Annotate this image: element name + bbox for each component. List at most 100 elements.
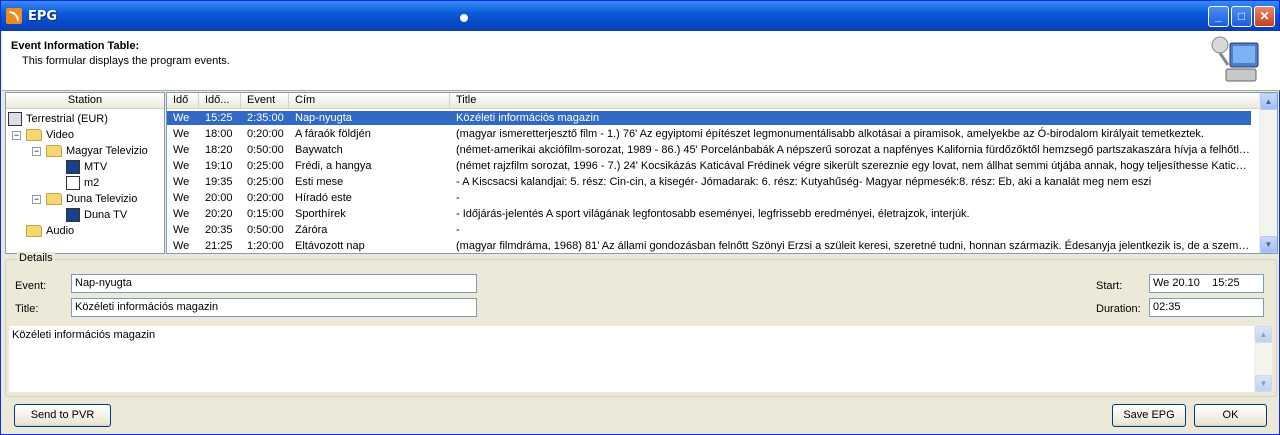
tree-item-label: Duna TV	[84, 209, 128, 221]
epg-window: EPG _ □ ✕ Event Information Table: This …	[0, 0, 1280, 435]
save-epg-button[interactable]: Save EPG	[1112, 404, 1186, 427]
tree-item-magyar-televizio[interactable]: Magyar Televizio	[46, 143, 148, 159]
tree-item-label: Duna Televizio	[66, 193, 138, 205]
table-row[interactable]: We 18:20 0:50:00 Baywatch (német-amerikai ak…	[167, 143, 1251, 157]
day-cell: We	[173, 240, 190, 252]
title-bar[interactable]: EPG _ □ ✕	[1, 1, 1279, 31]
tree-item-label: Terrestrial (EUR)	[26, 113, 108, 125]
events-table-header: Idő Idő... Event Cím Title	[167, 93, 1277, 109]
day-cell: We	[173, 208, 190, 220]
header-subheading: This formular displays the program event…	[22, 55, 230, 67]
tree-item-label: Video	[46, 129, 74, 141]
title-cell: (magyar filmdráma, 1968) 81' Az állami g…	[456, 240, 1250, 252]
duration-cell: 0:20:00	[247, 128, 284, 140]
tree-item-duna-televizio[interactable]: Duna Televizio	[46, 191, 137, 207]
duration-cell: 0:15:00	[247, 208, 284, 220]
cim-cell: Nap-nyugta	[295, 112, 352, 124]
description-textarea[interactable]: Közéleti információs magazin ▲ ▼	[8, 325, 1273, 393]
duration-field[interactable]: 02:35	[1149, 298, 1264, 317]
description-scrollbar[interactable]: ▲ ▼	[1254, 326, 1272, 392]
start-field[interactable]: We 20.10 15:25	[1149, 274, 1264, 293]
time-cell: 19:35	[205, 176, 233, 188]
tree-item-label: Magyar Televizio	[66, 145, 148, 157]
column-header-ido[interactable]: Idő	[167, 93, 199, 109]
send-to-pvr-button[interactable]: Send to PVR	[14, 404, 111, 427]
title-cell: -	[456, 192, 460, 204]
duration-cell: 0:25:00	[247, 176, 284, 188]
rss-app-icon	[6, 8, 22, 24]
close-button[interactable]: ✕	[1254, 6, 1275, 27]
cim-cell: Esti mese	[295, 176, 344, 188]
desc-scroll-up-button[interactable]: ▲	[1255, 326, 1272, 343]
duration-cell: 0:50:00	[247, 144, 284, 156]
table-row[interactable]: We 19:10 0:25:00 Frédi, a hangya (német rajz…	[167, 159, 1251, 173]
tree-item-audio[interactable]: Audio	[26, 223, 74, 239]
time-cell: 15:25	[205, 112, 233, 124]
cim-cell: Záróra	[295, 224, 328, 236]
column-header-ido-end[interactable]: Idő...	[199, 93, 241, 109]
day-cell: We	[173, 144, 190, 156]
title-cell: - Időjárás-jelentés A sport világának le…	[456, 208, 970, 220]
scroll-down-button[interactable]: ▼	[1260, 236, 1277, 253]
table-row[interactable]: We 20:35 0:50:00 Záróra -	[167, 223, 1251, 237]
title-field[interactable]: Közéleti információs magazin	[71, 298, 477, 317]
events-scrollbar[interactable]: ▲ ▼	[1259, 93, 1277, 253]
column-header-event[interactable]: Event	[241, 93, 289, 109]
cim-cell: Frédi, a hangya	[295, 160, 372, 172]
table-row[interactable]: We 15:25 2:35:00 Nap-nyugta Közéleti informá…	[167, 111, 1251, 125]
duration-label: Duration:	[1096, 303, 1141, 315]
table-row[interactable]: We 21:25 1:20:00 Eltávozott nap (magyar film…	[167, 239, 1251, 253]
description-text: Közéleti információs magazin	[12, 329, 156, 341]
folder-icon	[26, 129, 42, 142]
column-header-cim[interactable]: Cím	[289, 93, 450, 109]
day-cell: We	[173, 160, 190, 172]
maximize-button[interactable]: □	[1231, 6, 1252, 27]
ok-button[interactable]: OK	[1194, 404, 1267, 427]
header-panel: Event Information Table: This formular d…	[2, 31, 1280, 91]
event-field[interactable]: Nap-nyugta	[71, 274, 477, 293]
station-panel: Station Terrestrial (EUR) − Video − Magy…	[5, 92, 165, 254]
time-cell: 20:20	[205, 208, 233, 220]
title-cell: - A Kiscsacsi kalandjai: 5. rész: Cin-ci…	[456, 176, 1152, 188]
tree-item-video[interactable]: Video	[26, 127, 74, 143]
tree-item-label: Audio	[46, 225, 75, 237]
station-column-header[interactable]: Station	[6, 93, 164, 109]
header-heading: Event Information Table:	[11, 40, 140, 52]
scroll-up-button[interactable]: ▲	[1260, 93, 1277, 110]
table-row[interactable]: We 19:35 0:25:00 Esti mese - A Kiscsacsi kal…	[167, 175, 1251, 189]
table-row[interactable]: We 18:00 0:20:00 A fáraók földjén (magyar is…	[167, 127, 1251, 141]
tree-item-label: MTV	[84, 161, 108, 173]
day-cell: We	[173, 224, 190, 236]
tree-item-m2[interactable]: m2	[66, 175, 99, 191]
channel-icon	[66, 208, 80, 223]
title-cell: (magyar ismeretterjesztő film - 1.) 76' …	[456, 128, 1204, 140]
duration-cell: 1:20:00	[247, 240, 284, 252]
time-cell: 20:00	[205, 192, 233, 204]
time-cell: 20:35	[205, 224, 233, 236]
tree-item-mtv[interactable]: MTV	[66, 159, 107, 175]
cim-cell: Sporthírek	[295, 208, 346, 220]
duration-cell: 0:20:00	[247, 192, 284, 204]
satellite-icon	[8, 112, 22, 127]
cim-cell: Baywatch	[295, 144, 343, 156]
tree-item-duna-tv[interactable]: Duna TV	[66, 207, 127, 223]
channel-icon	[66, 160, 80, 175]
cim-cell: Híradó este	[295, 192, 352, 204]
tree-item-terrestrial[interactable]: Terrestrial (EUR)	[8, 111, 108, 127]
table-row[interactable]: We 20:20 0:15:00 Sporthírek - Időjárás-jelen…	[167, 207, 1251, 221]
cim-cell: Eltávozott nap	[295, 240, 365, 252]
time-cell: 21:25	[205, 240, 233, 252]
collapse-toggle-magyar[interactable]: −	[32, 147, 41, 156]
duration-cell: 0:50:00	[247, 224, 284, 236]
title-label: Title:	[15, 303, 39, 315]
collapse-toggle-video[interactable]: −	[12, 131, 21, 140]
tree-item-label: m2	[84, 177, 100, 189]
minimize-button[interactable]: _	[1208, 6, 1229, 27]
column-header-title[interactable]: Title	[450, 93, 1251, 109]
duration-cell: 2:35:00	[247, 112, 284, 124]
desc-scroll-down-button[interactable]: ▼	[1255, 375, 1272, 392]
channel-arrow-icon	[66, 176, 80, 191]
table-row[interactable]: We 20:00 0:20:00 Híradó este -	[167, 191, 1251, 205]
collapse-toggle-duna[interactable]: −	[32, 195, 41, 204]
duration-cell: 0:25:00	[247, 160, 284, 172]
